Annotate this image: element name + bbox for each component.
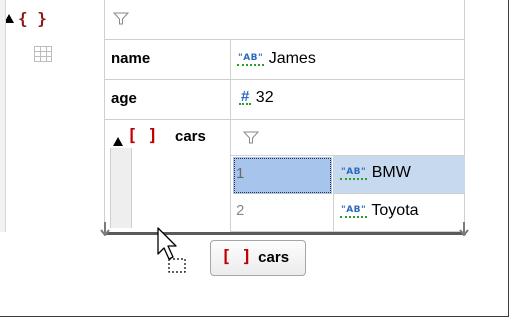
string-type-icon: "AB" (340, 204, 368, 218)
resize-marker-icon (459, 222, 469, 236)
array-index: 1 (236, 165, 245, 182)
json-grid-view: { } name "AB" James age # 32 [] cars 1 … (0, 0, 509, 317)
table-view-button[interactable] (34, 46, 54, 63)
resize-marker-icon (100, 222, 110, 236)
array-value-cell[interactable]: "AB" BMW (334, 156, 465, 194)
string-type-icon: "AB" (237, 52, 265, 66)
cars-row-bar[interactable] (110, 148, 132, 228)
value-name: James (268, 50, 316, 67)
object-brace: { } (18, 9, 47, 28)
value-age: 32 (255, 89, 274, 106)
drag-tooltip: [ ] cars (210, 240, 306, 276)
collapse-cars-button[interactable] (113, 133, 125, 146)
value-cell-name[interactable]: "AB" James (231, 40, 465, 80)
key-name: name (111, 50, 151, 67)
drag-tooltip-label: cars (258, 249, 290, 266)
collapse-triangle-icon (113, 137, 123, 146)
drag-cursor-icon (157, 227, 186, 273)
filter-icon (243, 131, 259, 144)
filter-icon (113, 12, 129, 25)
key-cell-name[interactable]: name (105, 40, 231, 80)
array-value: Toyota (371, 202, 419, 219)
value-cell-age[interactable]: # 32 (231, 80, 465, 120)
string-type-label: AB (346, 204, 362, 215)
root-row-bar[interactable] (0, 0, 6, 232)
table-view-icon (34, 46, 52, 62)
key-age: age (111, 90, 137, 107)
key-cell-age[interactable]: age (105, 80, 231, 120)
cars-filter-row[interactable] (231, 120, 465, 156)
array-index: 2 (236, 202, 245, 219)
array-value: BMW (371, 164, 411, 181)
string-type-label: AB (243, 52, 259, 63)
number-type-icon: # (239, 88, 252, 106)
string-type-label: AB (346, 166, 362, 177)
array-index-cell[interactable]: 2 (231, 194, 334, 232)
array-bracket: [ ] (127, 126, 158, 146)
grid-line (333, 156, 334, 232)
filter-row[interactable] (105, 0, 465, 40)
string-type-icon: "AB" (340, 166, 368, 180)
cars-key-cell[interactable]: [ ] cars (105, 120, 231, 232)
key-cars: cars (175, 128, 206, 145)
array-index-cell[interactable]: 1 (233, 157, 332, 194)
array-bracket: [ ] (221, 247, 252, 267)
array-value-cell[interactable]: "AB" Toyota (334, 194, 465, 232)
